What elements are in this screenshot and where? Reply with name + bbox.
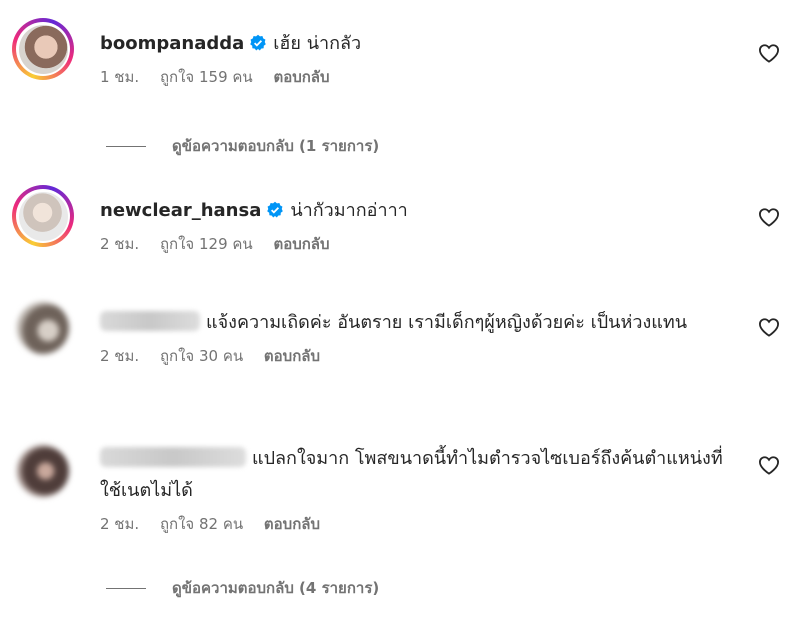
view-replies-label: ดูข้อความตอบกลับ (1 รายการ) [172, 137, 380, 155]
reply-button[interactable]: ตอบกลับ [264, 347, 320, 365]
avatar[interactable] [12, 440, 74, 502]
view-replies-button[interactable]: ดูข้อความตอบกลับ (1 รายการ) [106, 134, 379, 158]
comment-username-blurred[interactable] [100, 447, 246, 467]
avatar-photo [18, 191, 68, 241]
view-replies-label: ดูข้อความตอบกลับ (4 รายการ) [172, 579, 380, 597]
comment-likes[interactable]: ถูกใจ 30 คน [160, 347, 243, 365]
heart-outline-icon[interactable] [758, 455, 780, 475]
comment-username[interactable]: newclear_hansa [100, 200, 261, 221]
comment-timestamp: 2 ชม. [100, 347, 140, 365]
verified-badge-icon [267, 201, 284, 218]
avatar[interactable] [12, 18, 74, 80]
reply-button[interactable]: ตอบกลับ [264, 515, 320, 533]
heart-outline-icon[interactable] [758, 317, 780, 337]
reply-button[interactable]: ตอบกลับ [273, 235, 329, 253]
avatar[interactable] [12, 185, 74, 247]
divider [106, 145, 146, 147]
comment-timestamp: 2 ชม. [100, 235, 140, 253]
comment-timestamp: 1 ชม. [100, 68, 140, 86]
reply-button[interactable]: ตอบกลับ [273, 68, 329, 86]
comment-text: น่ากัวมากอ่าาา [290, 200, 408, 221]
avatar-photo [17, 445, 69, 497]
avatar-photo [17, 302, 69, 354]
comment-timestamp: 2 ชม. [100, 515, 140, 533]
heart-outline-icon[interactable] [758, 43, 780, 63]
view-replies-button[interactable]: ดูข้อความตอบกลับ (4 รายการ) [106, 576, 379, 600]
comment-text: เฮ้ย น่ากลัว [273, 33, 362, 54]
heart-outline-icon[interactable] [758, 207, 780, 227]
comment-text: แจ้งความเถิดค่ะ อันตราย เรามีเด็กๆผู้หญิ… [206, 312, 688, 333]
comment-likes[interactable]: ถูกใจ 129 คน [160, 235, 253, 253]
comment-username-blurred[interactable] [100, 311, 200, 331]
comment-username[interactable]: boompanadda [100, 33, 244, 54]
comment-likes[interactable]: ถูกใจ 159 คน [160, 68, 253, 86]
avatar[interactable] [12, 297, 74, 359]
divider [106, 587, 146, 589]
avatar-photo [18, 24, 68, 74]
comment-likes[interactable]: ถูกใจ 82 คน [160, 515, 243, 533]
verified-badge-icon [250, 34, 267, 51]
